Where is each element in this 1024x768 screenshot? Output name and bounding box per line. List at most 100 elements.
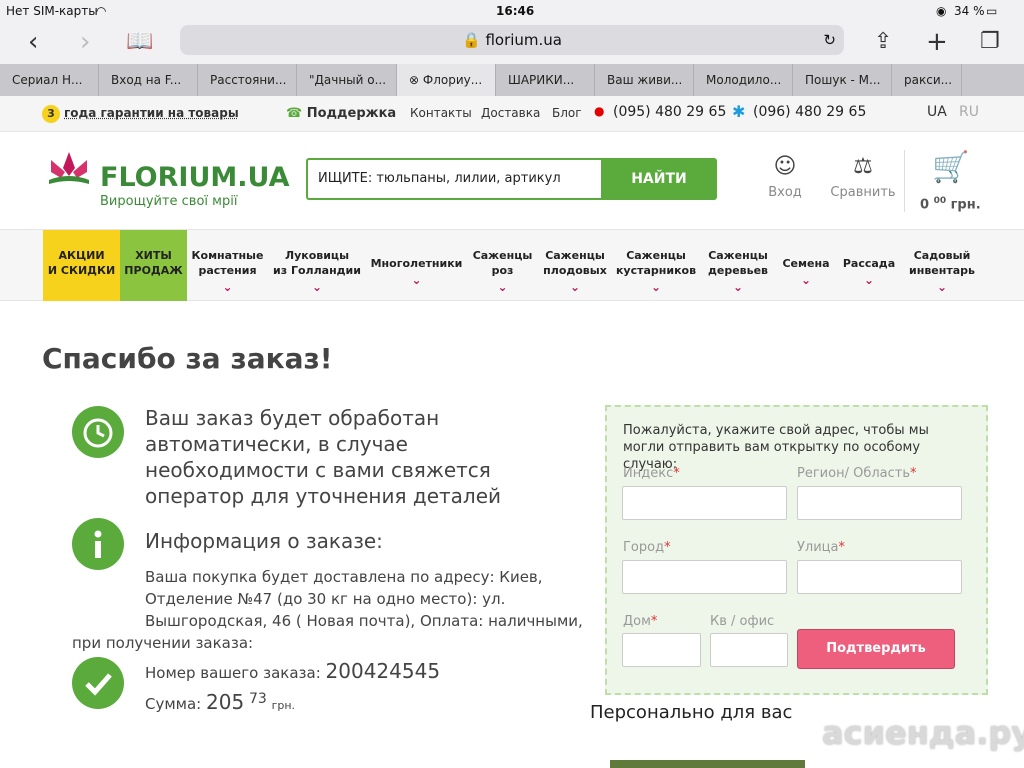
house-field[interactable] — [622, 633, 701, 667]
delivery-address-line3: Вышгородская, 46 ( Новая почта), Оплата:… — [145, 612, 583, 630]
lock-icon: 🔒 — [461, 31, 481, 49]
delivery-address-line4: при получении заказа: — [72, 634, 254, 652]
address-bar[interactable]: 🔒 florium.ua ↻ — [180, 25, 844, 55]
battery-label: 34 % — [954, 4, 985, 18]
back-icon[interactable]: ‹ — [28, 27, 38, 57]
bookmarks-icon[interactable]: 📖 — [126, 27, 153, 57]
confirm-button[interactable]: Подтвердить — [797, 629, 955, 669]
info-icon — [72, 518, 124, 570]
order-info-title: Информация о заказе: — [145, 529, 383, 553]
tabs-overview-icon[interactable]: ❐ — [980, 27, 1000, 57]
browser-tab[interactable]: ШАРИКИ... — [496, 64, 595, 96]
browser-tab-label: Сериал Н... — [12, 73, 83, 87]
browser-tab-label: Флориу... — [422, 73, 483, 87]
browser-tab-label: "Дачный о... — [309, 73, 387, 87]
phone-2[interactable]: (096) 480 29 65 — [753, 104, 866, 120]
browser-tab[interactable]: Молодило... — [694, 64, 793, 96]
menu-item-label: плодовых — [543, 264, 607, 277]
apt-label: Кв / офис — [710, 614, 775, 629]
order-sum-label: Сумма: — [145, 695, 202, 713]
cart-icon: 🛒 — [932, 150, 970, 185]
menu-item[interactable]: Семена ⌄ — [776, 230, 836, 301]
menu-item[interactable]: Саженцы деревьев ⌄ — [700, 230, 776, 301]
menu-item-label: АКЦИИ — [58, 249, 105, 262]
chevron-down-icon: ⌄ — [497, 280, 508, 294]
browser-tab[interactable]: Пошук - М... — [793, 64, 892, 96]
menu-item[interactable]: Рассада ⌄ — [836, 230, 902, 301]
lang-ru[interactable]: RU — [959, 104, 979, 120]
product-thumbnail[interactable] — [610, 760, 805, 768]
browser-tab[interactable]: Вход на F... — [99, 64, 198, 96]
guarantee-text[interactable]: года гарантии на товары — [64, 106, 239, 120]
menu-item[interactable]: Саженцы кустарников ⌄ — [612, 230, 700, 301]
menu-item[interactable]: Луковицы из Голландии ⌄ — [268, 230, 366, 301]
compare-button[interactable]: ⚖ Сравнить — [830, 154, 896, 200]
search-input[interactable]: ИЩИТЕ: тюльпаны, лилии, артикул — [306, 158, 602, 200]
browser-tab[interactable]: "Дачный о... — [297, 64, 397, 96]
menu-item[interactable]: Многолетники ⌄ — [366, 230, 467, 301]
chevron-down-icon: ⌄ — [863, 273, 875, 287]
order-sum-row: Сумма: 205 73 грн. — [145, 688, 295, 717]
menu-item[interactable]: Комнатные растения ⌄ — [187, 230, 268, 301]
share-icon[interactable]: ⇪ — [874, 27, 892, 57]
menu-item-label: Саженцы — [545, 249, 605, 262]
menu-item[interactable]: Садовый инвентарь ⌄ — [902, 230, 982, 301]
login-button[interactable]: ☺ Вход — [765, 154, 805, 200]
browser-tab[interactable]: Ваш живи... — [595, 64, 694, 96]
order-number-label: Номер вашего заказа: — [145, 664, 321, 682]
kyivstar-icon: ✱ — [732, 102, 746, 121]
menu-item-label: Многолетники — [370, 257, 463, 270]
browser-tab[interactable]: ⊗ Флориу... — [397, 64, 496, 96]
order-number: 200424545 — [325, 659, 441, 683]
browser-tab[interactable]: ракси... — [892, 64, 962, 96]
menu-item[interactable]: АКЦИИ И СКИДКИ — [43, 230, 120, 301]
search-button[interactable]: НАЙТИ — [601, 158, 717, 200]
menu-item-label: Саженцы — [708, 249, 768, 262]
order-sum: 205 — [206, 690, 245, 714]
index-field[interactable] — [622, 486, 787, 520]
city-field[interactable] — [622, 560, 787, 594]
headset-icon: ☎ — [286, 106, 303, 121]
menu-item-label: из Голландии — [273, 264, 361, 277]
order-sum-currency: грн. — [271, 699, 296, 712]
reload-icon[interactable]: ↻ — [823, 25, 836, 55]
compare-label: Сравнить — [830, 185, 896, 200]
blog-link[interactable]: Блог — [552, 106, 582, 120]
order-number-row: Номер вашего заказа: 200424545 — [145, 660, 440, 684]
lang-ua[interactable]: UA — [927, 104, 947, 120]
browser-tab-label: Вход на F... — [111, 73, 182, 87]
clock: 16:46 — [496, 4, 535, 18]
menu-item-label: Комнатные — [191, 249, 264, 262]
delivery-link[interactable]: Доставка — [481, 106, 540, 120]
browser-tab[interactable]: Расстояни... — [198, 64, 297, 96]
menu-item-label: Саженцы — [626, 249, 686, 262]
menu-item[interactable]: Саженцы плодовых ⌄ — [538, 230, 612, 301]
guarantee: 3 года гарантии на товары — [42, 105, 239, 123]
safari-toolbar: ‹ › 📖 🔒 florium.ua ↻ ⇪ + ❐ — [0, 22, 1024, 64]
cart-total: 0 00 грн. — [920, 196, 981, 213]
lotus-logo-icon[interactable] — [47, 150, 91, 190]
support-link[interactable]: ☎ Поддержка — [286, 106, 396, 121]
house-label: Дом* — [623, 614, 658, 629]
contacts-link[interactable]: Контакты — [410, 106, 472, 120]
browser-tabs: Сериал Н... Вход на F... Расстояни... "Дачн… — [0, 64, 1024, 96]
close-tab-icon[interactable]: ⊗ — [409, 73, 423, 87]
logo-text[interactable]: FLORIUM.UA — [100, 162, 290, 193]
guarantee-badge: 3 — [42, 105, 60, 123]
apt-field[interactable] — [710, 633, 788, 667]
region-field[interactable] — [797, 486, 962, 520]
menu-item[interactable]: ХИТЫ ПРОДАЖ — [120, 230, 187, 301]
category-menu: АКЦИИ И СКИДКИ ХИТЫ ПРОДАЖ Комнатные растения… — [0, 229, 1024, 301]
ios-status-bar: Нет SIM-карты ◠ 16:46 ◉ 34 % ▭ — [0, 0, 1024, 22]
street-field[interactable] — [797, 560, 962, 594]
menu-item-label: растения — [198, 264, 257, 277]
chevron-down-icon: ⌄ — [732, 280, 744, 294]
browser-tab[interactable]: Сериал Н... — [0, 64, 99, 96]
phone-1[interactable]: (095) 480 29 65 — [613, 104, 726, 120]
menu-item[interactable]: Саженцы роз ⌄ — [467, 230, 538, 301]
login-label: Вход — [768, 185, 802, 200]
street-label: Улица* — [797, 540, 845, 555]
forward-icon[interactable]: › — [80, 27, 90, 57]
new-tab-icon[interactable]: + — [926, 27, 948, 57]
header-divider — [904, 150, 905, 212]
